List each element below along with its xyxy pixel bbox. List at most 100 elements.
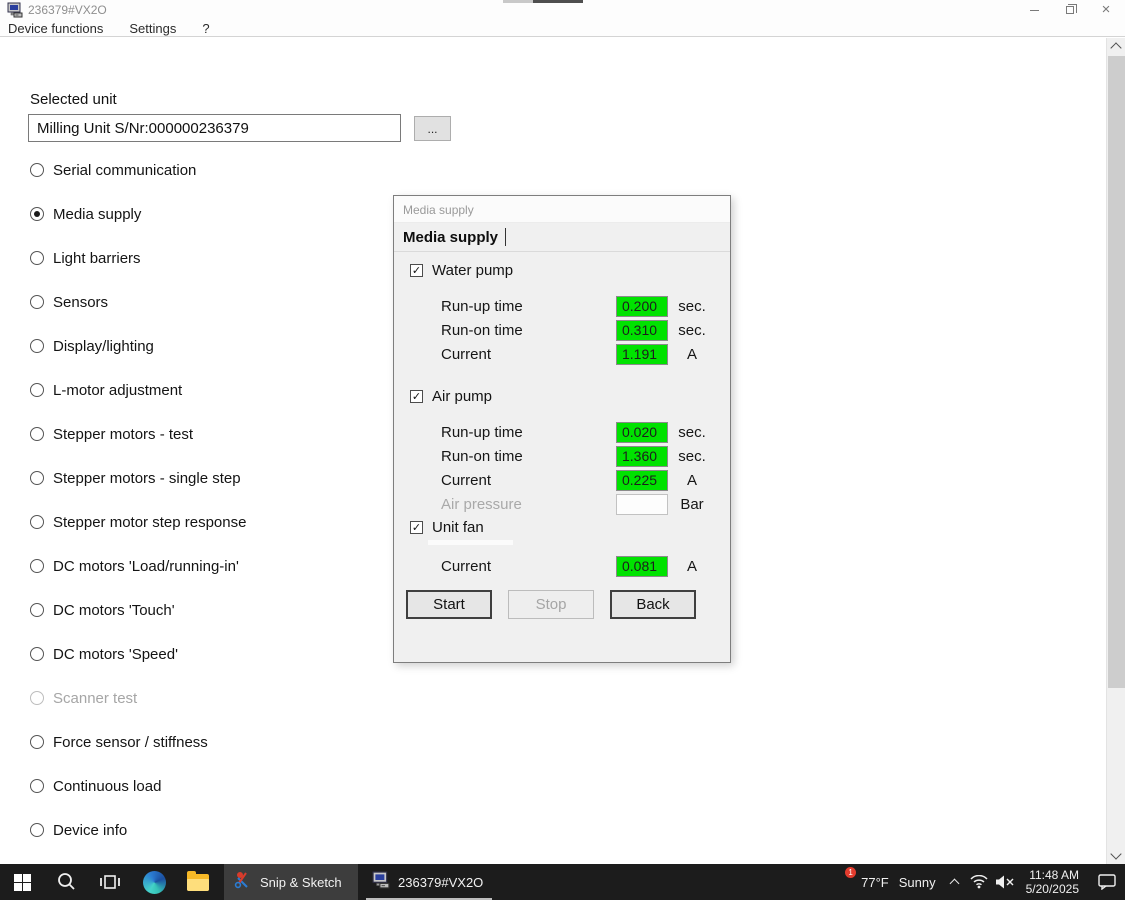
scroll-up-arrow[interactable] (1107, 38, 1125, 55)
test-option-label: Stepper motors - single step (53, 470, 241, 487)
scrollbar-thumb[interactable] (1108, 56, 1125, 688)
measurement-value-field[interactable]: 1.360 (616, 446, 668, 467)
show-hidden-icons-chevron[interactable] (944, 864, 966, 900)
measurement-unit: A (668, 558, 716, 575)
test-option-l-motor-adjustment[interactable]: L-motor adjustment (30, 368, 360, 412)
taskbar-app-label: 236379#VX2O (398, 875, 483, 890)
measurement-unit: sec. (668, 448, 716, 465)
dialog-tab-strip: Media supply (394, 223, 730, 252)
browse-unit-button[interactable]: ... (414, 116, 451, 141)
test-option-light-barriers[interactable]: Light barriers (30, 236, 360, 280)
text-caret (505, 228, 506, 246)
start-button[interactable]: Start (406, 590, 492, 619)
checkbox-icon: ✓ (410, 521, 423, 534)
fan-progress-strip (428, 540, 513, 545)
radio-icon (30, 295, 44, 309)
selected-unit-field[interactable] (28, 114, 401, 142)
test-option-media-supply[interactable]: Media supply (30, 192, 360, 236)
vertical-scrollbar[interactable] (1106, 38, 1125, 864)
volume-muted-icon[interactable] (992, 864, 1018, 900)
media-supply-dialog: Media supply Media supply ✓Water pumpRun… (393, 195, 731, 663)
checkbox-icon: ✓ (410, 390, 423, 403)
restore-button[interactable] (1053, 0, 1087, 20)
clock-time: 11:48 AM (1026, 868, 1079, 882)
measurement-row: Current0.225A (410, 468, 730, 492)
test-option-list: Serial communicationMedia supply Light ba… (30, 148, 360, 852)
checkbox-label: Water pump (432, 262, 513, 279)
measurement-value-field[interactable]: 0.200 (616, 296, 668, 317)
measurement-value-field[interactable]: 0.225 (616, 470, 668, 491)
menu-device-functions[interactable]: Device functions (8, 21, 103, 36)
radio-icon (30, 471, 44, 485)
test-option-serial-communication[interactable]: Serial communication (30, 148, 360, 192)
checkbox-unit-fan[interactable]: ✓Unit fan (410, 519, 730, 535)
radio-icon (30, 427, 44, 441)
weather-badge: 1 (845, 867, 856, 878)
selected-unit-label: Selected unit (30, 91, 117, 108)
start-button-windows[interactable] (0, 864, 44, 900)
back-button[interactable]: Back (610, 590, 696, 619)
close-button[interactable]: × (1089, 0, 1123, 20)
measurement-row: Run-up time0.020sec. (410, 420, 730, 444)
clock[interactable]: 11:48 AM 5/20/2025 (1018, 868, 1089, 896)
radio-icon (30, 647, 44, 661)
test-option-label: Continuous load (53, 778, 161, 795)
checkbox-water-pump[interactable]: ✓ Water pump (410, 262, 730, 278)
checkbox-icon: ✓ (410, 264, 423, 277)
edge-browser-icon[interactable] (132, 864, 176, 900)
measurement-label: Run-up time (441, 298, 616, 315)
radio-icon (30, 163, 44, 177)
measurement-unit: sec. (668, 322, 716, 339)
test-option-dc-motors-load-running-in[interactable]: DC motors 'Load/running-in' (30, 544, 360, 588)
screen: 236379#VX2O × Device functions Settings … (0, 0, 1125, 900)
action-center-icon[interactable] (1089, 874, 1125, 890)
radio-icon (30, 383, 44, 397)
measurement-value-field[interactable]: 1.191 (616, 344, 668, 365)
test-option-dc-motors-touch[interactable]: DC motors 'Touch' (30, 588, 360, 632)
taskbar-app-snip-sketch[interactable]: Snip & Sketch (224, 864, 358, 900)
search-icon[interactable] (44, 864, 88, 900)
task-view-icon[interactable] (88, 864, 132, 900)
tab-media-supply[interactable]: Media supply (403, 229, 498, 246)
radio-icon (30, 251, 44, 265)
file-explorer-icon[interactable] (176, 864, 220, 900)
test-option-label: Stepper motor step response (53, 514, 246, 531)
test-option-stepper-motors-single-step[interactable]: Stepper motors - single step (30, 456, 360, 500)
test-option-label: Force sensor / stiffness (53, 734, 208, 751)
test-option-continuous-load[interactable]: Continuous load (30, 764, 360, 808)
minimize-button[interactable] (1017, 0, 1051, 20)
menu-settings[interactable]: Settings (129, 21, 176, 36)
measurement-rows: Run-up time0.020sec.Run-on time1.360sec.… (410, 420, 730, 516)
vx2o-app-icon (372, 871, 390, 894)
wifi-icon[interactable] (966, 864, 992, 900)
weather-widget[interactable]: 1 77°F Sunny (823, 871, 943, 893)
test-option-force-sensor-stiffness[interactable]: Force sensor / stiffness (30, 720, 360, 764)
test-option-stepper-motors-test[interactable]: Stepper motors - test (30, 412, 360, 456)
radio-icon (30, 207, 44, 221)
measurement-value-field (616, 494, 668, 515)
test-option-dc-motors-speed[interactable]: DC motors 'Speed' (30, 632, 360, 676)
measurement-unit: Bar (668, 496, 716, 513)
menu-help[interactable]: ? (202, 21, 209, 36)
measurement-value-field[interactable]: 0.310 (616, 320, 668, 341)
measurement-value-field[interactable]: 0.020 (616, 422, 668, 443)
taskbar-app-vx2o[interactable]: 236379#VX2O (362, 864, 496, 900)
measurement-label: Current (441, 346, 616, 363)
measurement-rows: Run-up time0.200sec.Run-on time0.310sec.… (410, 294, 730, 366)
test-option-device-info[interactable]: Device info (30, 808, 360, 852)
radio-icon (30, 779, 44, 793)
test-option-stepper-motor-step-response[interactable]: Stepper motor step response (30, 500, 360, 544)
test-option-display-lighting[interactable]: Display/lighting (30, 324, 360, 368)
measurement-label: Current (441, 558, 616, 575)
stop-button: Stop (508, 590, 594, 619)
measurement-value-field[interactable]: 0.081 (616, 556, 668, 577)
test-option-sensors[interactable]: Sensors (30, 280, 360, 324)
scroll-down-arrow[interactable] (1107, 847, 1125, 864)
measurement-row: Run-on time1.360sec. (410, 444, 730, 468)
test-option-label: Stepper motors - test (53, 426, 193, 443)
checkbox-label: Air pump (432, 388, 492, 405)
test-option-label: Light barriers (53, 250, 141, 267)
checkbox-air-pump[interactable]: ✓ Air pump (410, 388, 730, 404)
weather-sun-icon: 1 (831, 871, 853, 893)
taskbar-app-label: Snip & Sketch (260, 875, 342, 890)
